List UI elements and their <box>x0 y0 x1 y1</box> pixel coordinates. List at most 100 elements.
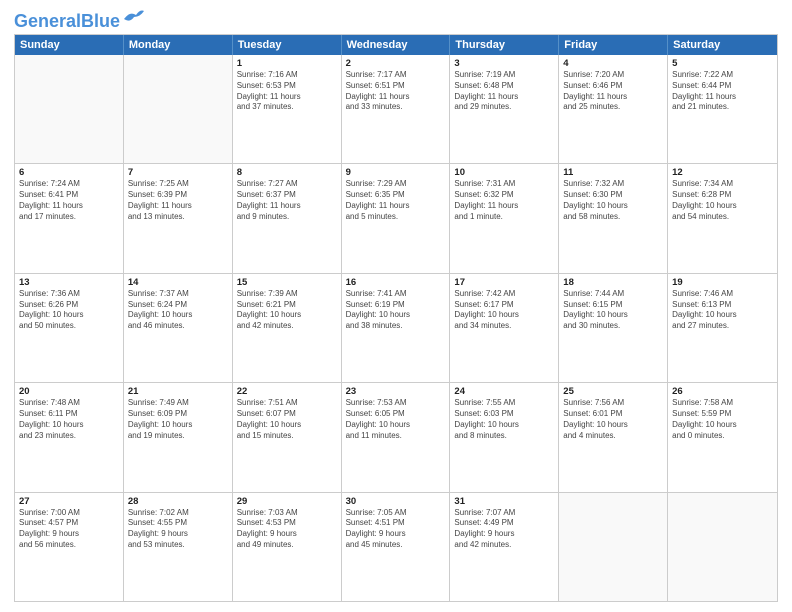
calendar-cell: 15Sunrise: 7:39 AMSunset: 6:21 PMDayligh… <box>233 274 342 382</box>
calendar-cell: 17Sunrise: 7:42 AMSunset: 6:17 PMDayligh… <box>450 274 559 382</box>
day-number: 25 <box>563 386 663 397</box>
calendar-row: 27Sunrise: 7:00 AMSunset: 4:57 PMDayligh… <box>15 493 777 601</box>
day-header-sunday: Sunday <box>15 35 124 55</box>
calendar-cell: 18Sunrise: 7:44 AMSunset: 6:15 PMDayligh… <box>559 274 668 382</box>
calendar-cell <box>668 493 777 601</box>
cell-content: Sunrise: 7:05 AMSunset: 4:51 PMDaylight:… <box>346 508 446 551</box>
day-header-monday: Monday <box>124 35 233 55</box>
cell-content: Sunrise: 7:41 AMSunset: 6:19 PMDaylight:… <box>346 289 446 332</box>
day-number: 1 <box>237 58 337 69</box>
day-number: 11 <box>563 167 663 178</box>
day-number: 10 <box>454 167 554 178</box>
calendar-cell: 29Sunrise: 7:03 AMSunset: 4:53 PMDayligh… <box>233 493 342 601</box>
day-number: 17 <box>454 277 554 288</box>
cell-content: Sunrise: 7:46 AMSunset: 6:13 PMDaylight:… <box>672 289 773 332</box>
cell-content: Sunrise: 7:31 AMSunset: 6:32 PMDaylight:… <box>454 179 554 222</box>
day-number: 28 <box>128 496 228 507</box>
calendar: SundayMondayTuesdayWednesdayThursdayFrid… <box>14 34 778 602</box>
calendar-header: SundayMondayTuesdayWednesdayThursdayFrid… <box>15 35 777 55</box>
day-number: 27 <box>19 496 119 507</box>
calendar-cell <box>124 55 233 163</box>
calendar-cell: 26Sunrise: 7:58 AMSunset: 5:59 PMDayligh… <box>668 383 777 491</box>
day-header-friday: Friday <box>559 35 668 55</box>
calendar-cell: 24Sunrise: 7:55 AMSunset: 6:03 PMDayligh… <box>450 383 559 491</box>
day-number: 3 <box>454 58 554 69</box>
cell-content: Sunrise: 7:02 AMSunset: 4:55 PMDaylight:… <box>128 508 228 551</box>
logo: GeneralBlue <box>14 12 144 30</box>
calendar-cell: 14Sunrise: 7:37 AMSunset: 6:24 PMDayligh… <box>124 274 233 382</box>
calendar-row: 1Sunrise: 7:16 AMSunset: 6:53 PMDaylight… <box>15 55 777 164</box>
cell-content: Sunrise: 7:49 AMSunset: 6:09 PMDaylight:… <box>128 398 228 441</box>
day-number: 12 <box>672 167 773 178</box>
calendar-cell: 30Sunrise: 7:05 AMSunset: 4:51 PMDayligh… <box>342 493 451 601</box>
day-number: 22 <box>237 386 337 397</box>
day-number: 15 <box>237 277 337 288</box>
calendar-row: 20Sunrise: 7:48 AMSunset: 6:11 PMDayligh… <box>15 383 777 492</box>
calendar-cell: 2Sunrise: 7:17 AMSunset: 6:51 PMDaylight… <box>342 55 451 163</box>
calendar-cell: 21Sunrise: 7:49 AMSunset: 6:09 PMDayligh… <box>124 383 233 491</box>
calendar-cell <box>15 55 124 163</box>
calendar-cell: 16Sunrise: 7:41 AMSunset: 6:19 PMDayligh… <box>342 274 451 382</box>
cell-content: Sunrise: 7:20 AMSunset: 6:46 PMDaylight:… <box>563 70 663 113</box>
cell-content: Sunrise: 7:32 AMSunset: 6:30 PMDaylight:… <box>563 179 663 222</box>
day-header-tuesday: Tuesday <box>233 35 342 55</box>
calendar-cell: 25Sunrise: 7:56 AMSunset: 6:01 PMDayligh… <box>559 383 668 491</box>
cell-content: Sunrise: 7:44 AMSunset: 6:15 PMDaylight:… <box>563 289 663 332</box>
calendar-cell: 11Sunrise: 7:32 AMSunset: 6:30 PMDayligh… <box>559 164 668 272</box>
cell-content: Sunrise: 7:00 AMSunset: 4:57 PMDaylight:… <box>19 508 119 551</box>
day-number: 9 <box>346 167 446 178</box>
day-number: 19 <box>672 277 773 288</box>
cell-content: Sunrise: 7:37 AMSunset: 6:24 PMDaylight:… <box>128 289 228 332</box>
day-number: 4 <box>563 58 663 69</box>
cell-content: Sunrise: 7:53 AMSunset: 6:05 PMDaylight:… <box>346 398 446 441</box>
cell-content: Sunrise: 7:55 AMSunset: 6:03 PMDaylight:… <box>454 398 554 441</box>
day-number: 16 <box>346 277 446 288</box>
cell-content: Sunrise: 7:36 AMSunset: 6:26 PMDaylight:… <box>19 289 119 332</box>
page: GeneralBlue SundayMondayTuesdayWednesday… <box>0 0 792 612</box>
cell-content: Sunrise: 7:22 AMSunset: 6:44 PMDaylight:… <box>672 70 773 113</box>
day-number: 5 <box>672 58 773 69</box>
day-number: 7 <box>128 167 228 178</box>
calendar-cell: 19Sunrise: 7:46 AMSunset: 6:13 PMDayligh… <box>668 274 777 382</box>
logo-text: GeneralBlue <box>14 12 120 30</box>
calendar-cell: 6Sunrise: 7:24 AMSunset: 6:41 PMDaylight… <box>15 164 124 272</box>
day-number: 8 <box>237 167 337 178</box>
calendar-cell: 9Sunrise: 7:29 AMSunset: 6:35 PMDaylight… <box>342 164 451 272</box>
day-number: 18 <box>563 277 663 288</box>
day-header-saturday: Saturday <box>668 35 777 55</box>
cell-content: Sunrise: 7:58 AMSunset: 5:59 PMDaylight:… <box>672 398 773 441</box>
calendar-cell: 3Sunrise: 7:19 AMSunset: 6:48 PMDaylight… <box>450 55 559 163</box>
cell-content: Sunrise: 7:51 AMSunset: 6:07 PMDaylight:… <box>237 398 337 441</box>
day-header-wednesday: Wednesday <box>342 35 451 55</box>
calendar-cell: 5Sunrise: 7:22 AMSunset: 6:44 PMDaylight… <box>668 55 777 163</box>
day-number: 24 <box>454 386 554 397</box>
calendar-cell: 10Sunrise: 7:31 AMSunset: 6:32 PMDayligh… <box>450 164 559 272</box>
calendar-row: 6Sunrise: 7:24 AMSunset: 6:41 PMDaylight… <box>15 164 777 273</box>
header: GeneralBlue <box>14 12 778 30</box>
cell-content: Sunrise: 7:48 AMSunset: 6:11 PMDaylight:… <box>19 398 119 441</box>
cell-content: Sunrise: 7:29 AMSunset: 6:35 PMDaylight:… <box>346 179 446 222</box>
day-number: 30 <box>346 496 446 507</box>
calendar-cell: 7Sunrise: 7:25 AMSunset: 6:39 PMDaylight… <box>124 164 233 272</box>
calendar-cell: 1Sunrise: 7:16 AMSunset: 6:53 PMDaylight… <box>233 55 342 163</box>
day-number: 6 <box>19 167 119 178</box>
day-number: 31 <box>454 496 554 507</box>
cell-content: Sunrise: 7:16 AMSunset: 6:53 PMDaylight:… <box>237 70 337 113</box>
day-number: 2 <box>346 58 446 69</box>
calendar-cell: 31Sunrise: 7:07 AMSunset: 4:49 PMDayligh… <box>450 493 559 601</box>
cell-content: Sunrise: 7:25 AMSunset: 6:39 PMDaylight:… <box>128 179 228 222</box>
cell-content: Sunrise: 7:27 AMSunset: 6:37 PMDaylight:… <box>237 179 337 222</box>
calendar-cell: 23Sunrise: 7:53 AMSunset: 6:05 PMDayligh… <box>342 383 451 491</box>
calendar-cell: 27Sunrise: 7:00 AMSunset: 4:57 PMDayligh… <box>15 493 124 601</box>
cell-content: Sunrise: 7:17 AMSunset: 6:51 PMDaylight:… <box>346 70 446 113</box>
calendar-cell: 20Sunrise: 7:48 AMSunset: 6:11 PMDayligh… <box>15 383 124 491</box>
cell-content: Sunrise: 7:07 AMSunset: 4:49 PMDaylight:… <box>454 508 554 551</box>
day-header-thursday: Thursday <box>450 35 559 55</box>
day-number: 29 <box>237 496 337 507</box>
cell-content: Sunrise: 7:42 AMSunset: 6:17 PMDaylight:… <box>454 289 554 332</box>
cell-content: Sunrise: 7:03 AMSunset: 4:53 PMDaylight:… <box>237 508 337 551</box>
calendar-cell: 12Sunrise: 7:34 AMSunset: 6:28 PMDayligh… <box>668 164 777 272</box>
day-number: 23 <box>346 386 446 397</box>
calendar-cell: 4Sunrise: 7:20 AMSunset: 6:46 PMDaylight… <box>559 55 668 163</box>
cell-content: Sunrise: 7:24 AMSunset: 6:41 PMDaylight:… <box>19 179 119 222</box>
